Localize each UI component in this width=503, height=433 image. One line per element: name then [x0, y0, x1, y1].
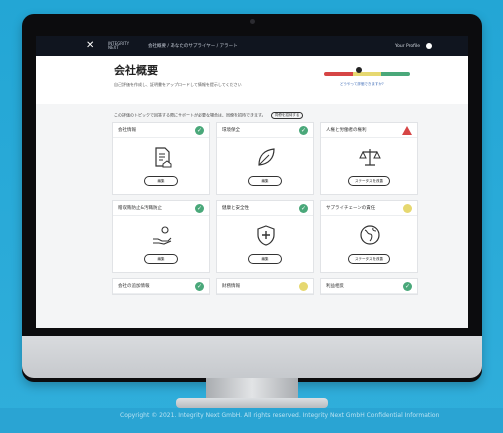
topic-card[interactable]: サプライチェーンの責任ステータスを改善 — [320, 200, 418, 273]
topic-card[interactable]: 会社情報 ✓ 編集 — [112, 122, 210, 195]
topic-card[interactable]: 財務情報 — [216, 278, 314, 295]
scale-position-marker — [356, 67, 362, 73]
topic-card-body: 編集 — [113, 138, 209, 194]
topic-card-header: 利益相反 ✓ — [321, 279, 417, 294]
topic-card[interactable]: 人権と労働者の権利ステータスを改善 — [320, 122, 418, 195]
pending-status-icon — [299, 281, 308, 291]
edit-button[interactable]: 編集 — [144, 254, 178, 264]
improve-status-button[interactable]: ステータスを改善 — [348, 254, 390, 264]
topic-card[interactable]: 健康と安全性 ✓ 編集 — [216, 200, 314, 273]
topic-card-title: 会社情報 — [118, 128, 136, 133]
topic-card-header: 健康と安全性 ✓ — [217, 201, 313, 216]
leaf-icon — [255, 146, 277, 168]
checkmark-status-icon: ✓ — [403, 281, 412, 291]
logo-icon: ✕ — [86, 40, 95, 51]
topic-card-header: 会社情報 ✓ — [113, 123, 209, 138]
document-house-icon — [151, 146, 173, 168]
user-profile-link[interactable]: Your Profile — [395, 44, 420, 49]
topic-card-header: 会社の追加情報 ✓ — [113, 279, 209, 294]
topic-card[interactable]: 会社の追加情報 ✓ — [112, 278, 210, 295]
warning-status-icon — [402, 125, 412, 135]
checkmark-status-icon: ✓ — [299, 125, 308, 135]
edit-button[interactable]: 編集 — [144, 176, 178, 186]
topic-card[interactable]: 贈収賄防止&汚職防止 ✓ 編集 — [112, 200, 210, 273]
checkmark-status-icon: ✓ — [195, 125, 204, 135]
monitor-stand-neck — [206, 378, 298, 400]
rating-help-link[interactable]: どうやって評価できますか? — [340, 82, 384, 87]
copyright-text: Copyright © 2021. Integrity Next GmbH. A… — [120, 412, 440, 419]
money-hand-icon — [151, 224, 173, 246]
edit-button[interactable]: 編集 — [248, 176, 282, 186]
scales-icon — [359, 146, 381, 168]
pending-status-icon — [403, 203, 412, 213]
page-header: 会社概要 自己評価を作成し、証明書をアップロードして情報を提示してください どう… — [36, 56, 468, 104]
page-title: 会社概要 — [114, 64, 158, 77]
topic-card-title: 環境保全 — [222, 128, 240, 133]
globe-icon — [359, 224, 381, 246]
topic-card-header: 人権と労働者の権利 — [321, 123, 417, 138]
scale-red-segment — [324, 72, 353, 76]
checkmark-status-icon: ✓ — [299, 203, 308, 213]
topic-card-title: 会社の追加情報 — [118, 284, 150, 289]
topic-card-body: 編集 — [217, 138, 313, 194]
topic-card-header: サプライチェーンの責任 — [321, 201, 417, 216]
topic-card-title: 贈収賄防止&汚職防止 — [118, 206, 163, 211]
topic-card-header: 財務情報 — [217, 279, 313, 294]
improve-status-button[interactable]: ステータスを改善 — [348, 176, 390, 186]
topic-card-title: 人権と労働者の権利 — [326, 128, 367, 133]
topic-card-title: サプライチェーンの責任 — [326, 206, 376, 211]
logo-wordmark: INTEGRITY NEXT — [108, 41, 130, 50]
topic-card-title: 利益相反 — [326, 284, 344, 289]
webcam-dot — [250, 19, 255, 24]
topic-card-body: ステータスを改善 — [321, 216, 417, 272]
checkmark-status-icon: ✓ — [195, 281, 204, 291]
topic-card-body: 編集 — [113, 216, 209, 272]
topic-card[interactable]: 利益相反 ✓ — [320, 278, 418, 295]
topic-card-header: 贈収賄防止&汚職防止 ✓ — [113, 201, 209, 216]
top-navigation-bar: ✕ INTEGRITY NEXT 会社概要 / あなたのサプライヤー / アラー… — [36, 36, 468, 56]
shield-cross-icon — [255, 224, 277, 246]
invite-notice: この評価のトピックで回答する際にサポートが必要な場合は、同僚を招待できます。 同… — [114, 112, 304, 119]
scale-green-segment — [381, 72, 410, 76]
monitor-stand-base — [176, 398, 328, 408]
rating-scale-bar — [324, 72, 410, 76]
monitor-bezel: ✕ INTEGRITY NEXT 会社概要 / あなたのサプライヤー / アラー… — [22, 14, 482, 382]
checkmark-status-icon: ✓ — [195, 203, 204, 213]
topic-card[interactable]: 環境保全 ✓ 編集 — [216, 122, 314, 195]
topic-card-header: 環境保全 ✓ — [217, 123, 313, 138]
monitor-chin — [22, 336, 482, 378]
topic-card-body: ステータスを改善 — [321, 138, 417, 194]
invite-colleague-button[interactable]: 同僚を招待する — [270, 112, 304, 119]
edit-button[interactable]: 編集 — [248, 254, 282, 264]
breadcrumb[interactable]: 会社概要 / あなたのサプライヤー / アラート — [148, 43, 238, 49]
topic-card-title: 財務情報 — [222, 284, 240, 289]
user-avatar-icon[interactable] — [426, 43, 432, 49]
topic-card-title: 健康と安全性 — [222, 206, 249, 211]
topic-card-body: 編集 — [217, 216, 313, 272]
invite-notice-text: この評価のトピックで回答する際にサポートが必要な場合は、同僚を招待できます。 — [114, 112, 266, 118]
page-subtitle: 自己評価を作成し、証明書をアップロードして情報を提示してください — [114, 82, 242, 87]
app-screen: ✕ INTEGRITY NEXT 会社概要 / あなたのサプライヤー / アラー… — [36, 36, 468, 328]
